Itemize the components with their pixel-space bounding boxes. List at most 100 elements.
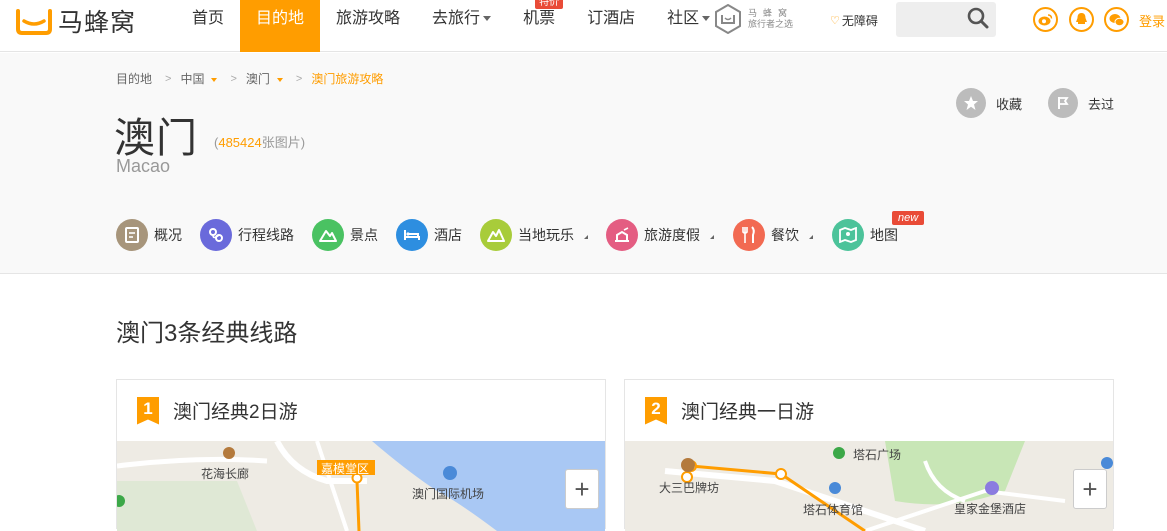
dropdown-icon (584, 231, 588, 239)
route-card-2[interactable]: 2 澳门经典一日游 塔石广场 大三巴牌坊 塔石体育馆 皇家金堡酒店 + (624, 379, 1114, 531)
logo-mark-icon (16, 9, 52, 35)
tab-label: 地图 (870, 227, 898, 243)
destination-header: 目的地 > 中国 > 澳门 > 澳门旅游攻略 澳门 (485424张图片) Ma… (0, 53, 1167, 274)
wechat-glyph-icon (1109, 13, 1124, 26)
nav-item-home[interactable]: 首页 (176, 0, 240, 52)
seal-line-2: 旅行者之选 (748, 19, 794, 29)
card-header: 1 澳门经典2日游 (117, 380, 605, 441)
tab-label: 酒店 (434, 227, 462, 243)
search-icon[interactable] (966, 6, 990, 30)
qq-icon[interactable] (1069, 7, 1094, 32)
overview-icon (116, 219, 148, 251)
breadcrumb-separator: > (230, 72, 237, 85)
play-icon (480, 219, 512, 251)
chevron-down-icon (276, 77, 283, 82)
seal-text: 马蜂窝 旅行者之选 (748, 8, 793, 30)
search-input[interactable] (896, 2, 962, 37)
mountain-icon (312, 219, 344, 251)
breadcrumb-china[interactable]: 中国 (180, 70, 218, 87)
breadcrumb-macao[interactable]: 澳门 (246, 70, 283, 87)
photo-count-number: 485424 (218, 135, 262, 150)
tab-label: 旅游度假 (644, 227, 700, 243)
been-there-label: 去过 (1088, 96, 1115, 112)
nav-item-hotels[interactable]: 订酒店 (571, 0, 651, 52)
tab-food[interactable]: 餐饮 (733, 218, 813, 252)
map-label: 澳门国际机场 (412, 487, 485, 501)
breadcrumb-label: 中国 (180, 72, 205, 86)
photo-count[interactable]: (485424张图片) (214, 132, 305, 151)
heart-icon: ♡ (830, 15, 840, 27)
wechat-icon[interactable] (1104, 7, 1129, 32)
seal-line-1: 马蜂窝 (748, 8, 794, 18)
nav-item-flights[interactable]: 机票 特价 (507, 0, 571, 52)
nav-label: 社区 (667, 10, 700, 27)
tab-routes[interactable]: 行程线路 (200, 218, 294, 252)
nav-label: 去旅行 (432, 10, 481, 27)
chevron-down-icon (211, 77, 218, 82)
main-nav: 首页 目的地 旅游攻略 去旅行 机票 特价 订酒店 社区 (176, 0, 726, 52)
breadcrumb-label: 澳门 (245, 72, 270, 86)
route-number-badge: 1 (137, 396, 159, 425)
top-navigation-bar: 马蜂窝 首页 目的地 旅游攻略 去旅行 机票 特价 订酒店 社区 马蜂窝 旅行者… (0, 0, 1167, 52)
route-map[interactable]: 塔石广场 大三巴牌坊 塔石体育馆 皇家金堡酒店 + (625, 441, 1113, 531)
tab-map[interactable]: 地图 (832, 218, 898, 252)
accessibility-toggle[interactable]: ♡ 无障碍 (830, 12, 878, 29)
new-badge: new (892, 211, 925, 225)
map-label: 大三巴牌坊 (659, 481, 720, 495)
zoom-in-button[interactable]: + (565, 469, 599, 509)
dropdown-icon (809, 231, 813, 239)
tab-local-fun[interactable]: 当地玩乐 (480, 218, 588, 252)
tab-label: 概况 (154, 227, 182, 243)
breadcrumb-current: 澳门旅游攻略 (311, 72, 384, 86)
special-offer-badge: 特价 (535, 0, 564, 9)
tab-label: 当地玩乐 (518, 227, 574, 243)
nav-item-travel-guides[interactable]: 旅游攻略 (320, 0, 416, 52)
logo[interactable]: 马蜂窝 (14, 5, 136, 37)
star-icon (956, 88, 986, 118)
routes-section-title: 澳门3条经典线路 (116, 320, 298, 347)
logo-text: 马蜂窝 (58, 9, 137, 37)
photo-count-suffix: 张图片) (261, 135, 306, 150)
accessibility-label: 无障碍 (841, 14, 878, 28)
tab-attractions[interactable]: 景点 (312, 218, 378, 252)
map-label: 皇家金堡酒店 (954, 502, 1027, 516)
nav-label: 首页 (192, 10, 225, 27)
tab-overview[interactable]: 概况 (116, 218, 182, 252)
zoom-in-button[interactable]: + (1073, 469, 1107, 509)
route-map[interactable]: 花海长廊 嘉模堂区 澳门国际机场 + (117, 441, 605, 531)
map-label: 嘉模堂区 (321, 462, 370, 476)
tab-label: 景点 (350, 227, 378, 243)
map-label: 塔石广场 (853, 448, 902, 462)
food-icon (733, 219, 765, 251)
tab-label: 餐饮 (771, 227, 799, 243)
been-there-button[interactable]: 去过 (1048, 88, 1114, 118)
nav-item-go-travel[interactable]: 去旅行 (416, 0, 507, 52)
weibo-icon[interactable] (1033, 7, 1058, 32)
seal-icon (715, 4, 741, 34)
page-subtitle: Macao (116, 156, 171, 176)
favorite-button[interactable]: 收藏 (956, 88, 1022, 118)
card-title[interactable]: 澳门经典2日游 (173, 397, 298, 424)
flag-icon (1048, 88, 1078, 118)
favorite-label: 收藏 (996, 96, 1023, 112)
chevron-down-icon (483, 16, 492, 22)
map-background (117, 441, 605, 531)
tab-label: 行程线路 (238, 227, 294, 243)
bed-icon (396, 219, 428, 251)
nav-item-destinations[interactable]: 目的地 (240, 0, 321, 52)
tab-hotels[interactable]: 酒店 (396, 218, 462, 252)
login-link[interactable]: 登录 (1139, 11, 1165, 30)
page-title: 澳门 (114, 115, 198, 161)
map-label: 塔石体育馆 (803, 503, 864, 517)
card-title[interactable]: 澳门经典一日游 (681, 397, 814, 424)
breadcrumb-destinations[interactable]: 目的地 (116, 70, 152, 87)
nav-label: 机票 (523, 10, 556, 27)
weibo-glyph-icon (1038, 14, 1053, 26)
vacation-icon (606, 219, 638, 251)
travelers-choice-seal[interactable]: 马蜂窝 旅行者之选 (713, 4, 793, 34)
nav-label: 目的地 (256, 10, 305, 27)
route-icon (200, 219, 232, 251)
tab-vacation[interactable]: 旅游度假 (606, 218, 714, 252)
route-card-1[interactable]: 1 澳门经典2日游 花海长廊 嘉模堂区 澳门国际机场 + (116, 379, 606, 531)
route-number-badge: 2 (645, 396, 667, 425)
